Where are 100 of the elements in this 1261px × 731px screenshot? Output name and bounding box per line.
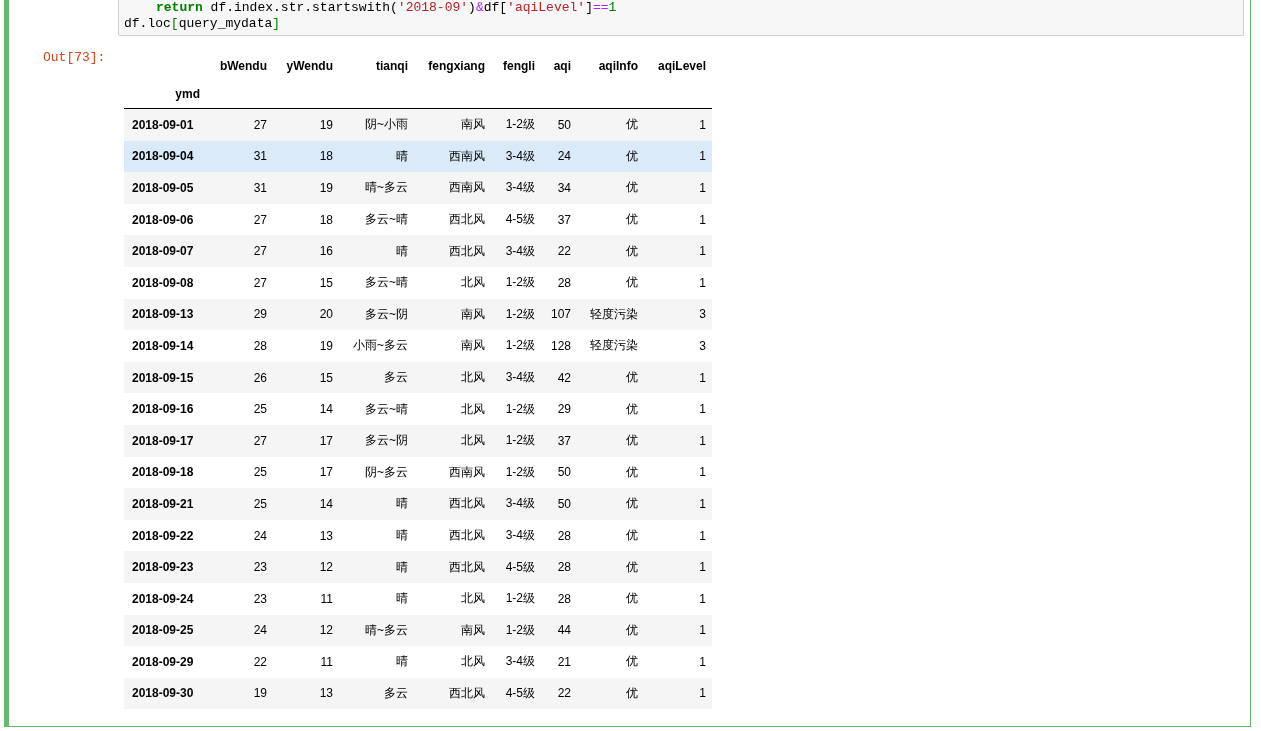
column-header: tianqi — [375, 59, 409, 73]
column-header: aqiLevel — [656, 59, 707, 73]
table-cell-text: 优 — [625, 432, 639, 450]
table-cell-text: 22 — [252, 654, 268, 669]
table-cell-text: 1 — [698, 433, 707, 448]
table-cell-text: 优 — [625, 274, 639, 292]
table-cell-text: 北风 — [460, 590, 486, 608]
table-cell-text: 3-4级 — [504, 369, 536, 387]
table-cell-text: 1-2级 — [504, 463, 536, 481]
table-cell-text: 50 — [556, 496, 572, 511]
table-cell-text: 3-4级 — [504, 527, 536, 544]
table-cell-text: 优 — [625, 211, 639, 229]
table-cell-text: 13 — [318, 528, 334, 543]
table-cell-text: 晴~多云 — [364, 179, 409, 197]
table-cell-text: 小雨~多云 — [352, 337, 409, 355]
table-cell-text: 3-4级 — [504, 495, 536, 513]
table-cell-text: 优 — [625, 242, 639, 260]
table-cell-text: 晴 — [395, 495, 409, 513]
table-cell-text: 42 — [556, 370, 572, 385]
table-cell-text: 1 — [698, 275, 707, 290]
column-header: fengli — [502, 59, 536, 73]
table-cell-text: 多云 — [383, 685, 409, 702]
table-cell-text: 晴 — [395, 590, 409, 608]
table-cell-text: 1 — [698, 528, 707, 543]
table-cell-text: 28 — [252, 338, 268, 353]
column-header: aqi — [552, 59, 572, 73]
table-cell-text: 优 — [625, 179, 639, 197]
table-cell-text: 1 — [698, 402, 707, 417]
table-cell-text: 22 — [556, 686, 572, 701]
table-cell-text: 128 — [549, 338, 572, 353]
table-cell-text: 北风 — [460, 400, 486, 418]
table-cell-text: 优 — [625, 685, 639, 702]
table-cell-text: 24 — [556, 149, 572, 164]
table-cell-text: 23 — [252, 560, 268, 575]
table-cell-text: 19 — [318, 338, 334, 353]
table-cell-text: 阴~小雨 — [364, 116, 409, 134]
code-line: return df.index.str.startswith('2018-09')&df['aqiLevel']==1 — [155, 0, 618, 16]
table-cell-text: 19 — [252, 686, 268, 701]
table-cell-text: 南风 — [460, 116, 486, 134]
table-cell-text: 北风 — [460, 274, 486, 292]
index-cell-text: 2018-09-06 — [131, 212, 195, 227]
table-cell-text: 37 — [556, 212, 572, 227]
table-cell-text: 15 — [318, 275, 334, 290]
table-cell-text: 28 — [556, 528, 572, 543]
table-cell-text: 12 — [318, 623, 334, 638]
table-cell-text: 31 — [252, 181, 268, 195]
table-cell-text: 1 — [698, 181, 707, 195]
table-cell-text: 1 — [698, 244, 707, 259]
table-cell-text: 多云~晴 — [364, 400, 409, 418]
table-cell-text: 多云~晴 — [364, 274, 409, 292]
table-cell-text: 优 — [625, 116, 639, 134]
column-header: yWendu — [285, 59, 334, 73]
table-cell-text: 优 — [625, 463, 639, 481]
table-cell-text: 南风 — [460, 621, 486, 639]
table-cell-text: 西南风 — [448, 147, 486, 165]
table-cell-text: 南风 — [460, 305, 486, 323]
table-cell-text: 4-5级 — [504, 211, 536, 229]
table-cell-text: 优 — [625, 400, 639, 418]
table-cell-text: 19 — [318, 117, 334, 132]
table-cell-text: 3-4级 — [504, 242, 536, 260]
table-cell-text: 晴 — [395, 242, 409, 260]
table-cell-text: 4-5级 — [504, 558, 536, 576]
table-cell-text: 优 — [625, 653, 639, 671]
code-line: df.loc[query_mydata] — [124, 16, 282, 32]
table-cell-text: 1-2级 — [504, 305, 536, 323]
table-cell-text: 13 — [318, 686, 334, 701]
table-cell-text: 西北风 — [448, 242, 486, 260]
table-cell-text: 3-4级 — [504, 179, 536, 197]
table-cell-text: 北风 — [460, 369, 486, 387]
table-cell-text: 27 — [252, 244, 268, 259]
index-cell-text: 2018-09-23 — [131, 560, 195, 575]
table-cell-text: 29 — [556, 402, 572, 417]
table-cell-text: 19 — [318, 181, 334, 195]
table-cell-text: 优 — [625, 590, 639, 608]
table-cell-text: 17 — [318, 465, 334, 480]
code-editor[interactable]: return df.index.str.startswith('2018-09')&df['aqiLevel']==1 df.loc[query_mydata] — [118, 0, 1244, 36]
table-cell-text: 44 — [556, 623, 572, 638]
table-cell-text: 1 — [698, 560, 707, 575]
table-cell-text: 优 — [625, 527, 639, 544]
table-cell-text: 1 — [698, 496, 707, 511]
table-cell-text: 晴 — [395, 558, 409, 576]
table-cell-text: 11 — [319, 654, 334, 669]
table-cell-text: 1 — [698, 465, 707, 480]
table-cell-text: 3 — [698, 338, 707, 353]
table-cell-text: 多云 — [383, 369, 409, 387]
table-cell-text: 晴 — [395, 527, 409, 544]
table-cell-text: 阴~多云 — [364, 463, 409, 481]
table-cell-text: 西南风 — [448, 463, 486, 481]
table-cell-text: 21 — [556, 654, 572, 669]
index-cell-text: 2018-09-17 — [131, 433, 195, 448]
table-cell-text: 28 — [556, 275, 572, 290]
table-cell-text: 多云~晴 — [364, 211, 409, 229]
table-cell-text: 北风 — [460, 653, 486, 671]
index-cell-text: 2018-09-21 — [131, 496, 195, 511]
table-cell-text: 3-4级 — [504, 653, 536, 671]
table-cell-text: 西北风 — [448, 211, 486, 229]
table-cell-text: 北风 — [460, 432, 486, 450]
table-cell-text: 14 — [318, 402, 334, 417]
table-cell-text: 31 — [252, 149, 268, 164]
table-cell-text: 25 — [252, 465, 268, 480]
